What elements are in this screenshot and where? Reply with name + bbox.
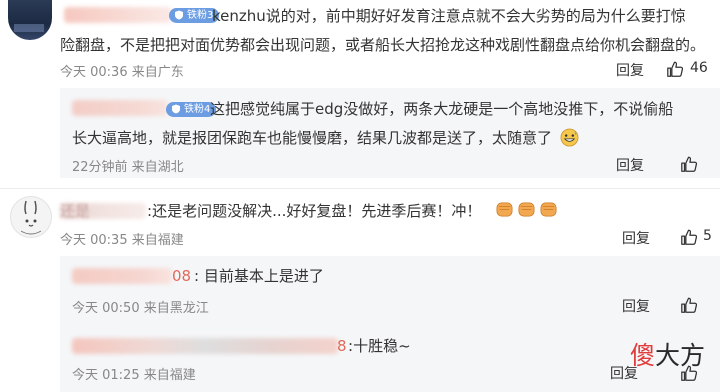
divider bbox=[0, 188, 720, 189]
username-suffix[interactable]: 8 bbox=[337, 332, 347, 361]
thumbs-up-icon[interactable] bbox=[680, 228, 698, 246]
fan-badge: 铁粉4 bbox=[166, 102, 217, 117]
reply-button[interactable]: 回复 bbox=[616, 60, 644, 80]
reply-text: : 目前基本上是进了 bbox=[194, 267, 324, 285]
reply-button[interactable]: 回复 bbox=[622, 228, 650, 248]
comment-meta: 今天 00:35 来自福建 bbox=[60, 233, 184, 248]
comment-meta: 今天 00:36 来自广东 bbox=[60, 65, 184, 80]
reply-button[interactable]: 回复 bbox=[616, 155, 644, 175]
reply-button[interactable]: 回复 bbox=[622, 296, 650, 316]
username-blurred[interactable] bbox=[72, 100, 168, 116]
avatar[interactable] bbox=[8, 0, 52, 40]
thumbs-up-icon[interactable] bbox=[666, 60, 684, 78]
reply-meta: 今天 00:50 来自黑龙江 bbox=[72, 301, 209, 316]
comment-text: :还是老问题没解决...好好复盘！先进季后赛！冲！ bbox=[147, 202, 482, 220]
reply-meta: 22分钟前 来自湖北 bbox=[72, 160, 184, 175]
fan-badge-icon bbox=[175, 10, 183, 20]
reply-text-line: 这把感觉纯属于edg没做好，两条大龙硬是一个高地没推下，不说偷船 bbox=[210, 100, 674, 118]
username-suffix[interactable]: 08 bbox=[172, 262, 191, 291]
reply-text: :十胜稳~ bbox=[348, 337, 411, 355]
like-count: 5 bbox=[703, 228, 712, 244]
fist-emoji bbox=[518, 202, 535, 217]
watermark-char: 傻 bbox=[630, 341, 656, 370]
rabbit-avatar[interactable] bbox=[10, 196, 52, 238]
comment-text-line: 险翻盘，不是把把对面优势都会出现问题，或者船长大招抢龙这种戏剧性翻盘点给你机会翻… bbox=[60, 36, 706, 54]
rabbit-icon bbox=[20, 200, 42, 235]
grin-sweat-emoji bbox=[560, 128, 579, 147]
fist-emoji bbox=[540, 202, 557, 217]
username-blurred[interactable] bbox=[72, 338, 338, 354]
watermark-text: 大方 bbox=[655, 341, 706, 370]
username-blurred[interactable] bbox=[64, 7, 172, 23]
site-watermark: 傻大方 bbox=[630, 336, 705, 372]
fan-badge-label: 铁粉3 bbox=[187, 10, 214, 21]
thumbs-up-icon[interactable] bbox=[680, 155, 698, 173]
username-blurred[interactable] bbox=[72, 268, 172, 284]
comment-text-line: kenzhu说的对，前中期好好发育注意点就不会大劣势的局为什么要打惊 bbox=[212, 7, 686, 25]
fan-badge-icon bbox=[172, 104, 180, 114]
thumbs-up-icon[interactable] bbox=[680, 296, 698, 314]
like-count: 46 bbox=[690, 60, 708, 76]
username-fragment[interactable]: 还是 bbox=[60, 197, 90, 226]
fist-emoji bbox=[496, 202, 513, 217]
reply-meta: 今天 01:25 来自福建 bbox=[72, 368, 196, 383]
reply-text-line: 长大逼高地，就是报团保跑车也能慢慢磨，结果几波都是送了，太随意了 bbox=[72, 129, 553, 147]
fan-badge-label: 铁粉4 bbox=[184, 104, 211, 115]
